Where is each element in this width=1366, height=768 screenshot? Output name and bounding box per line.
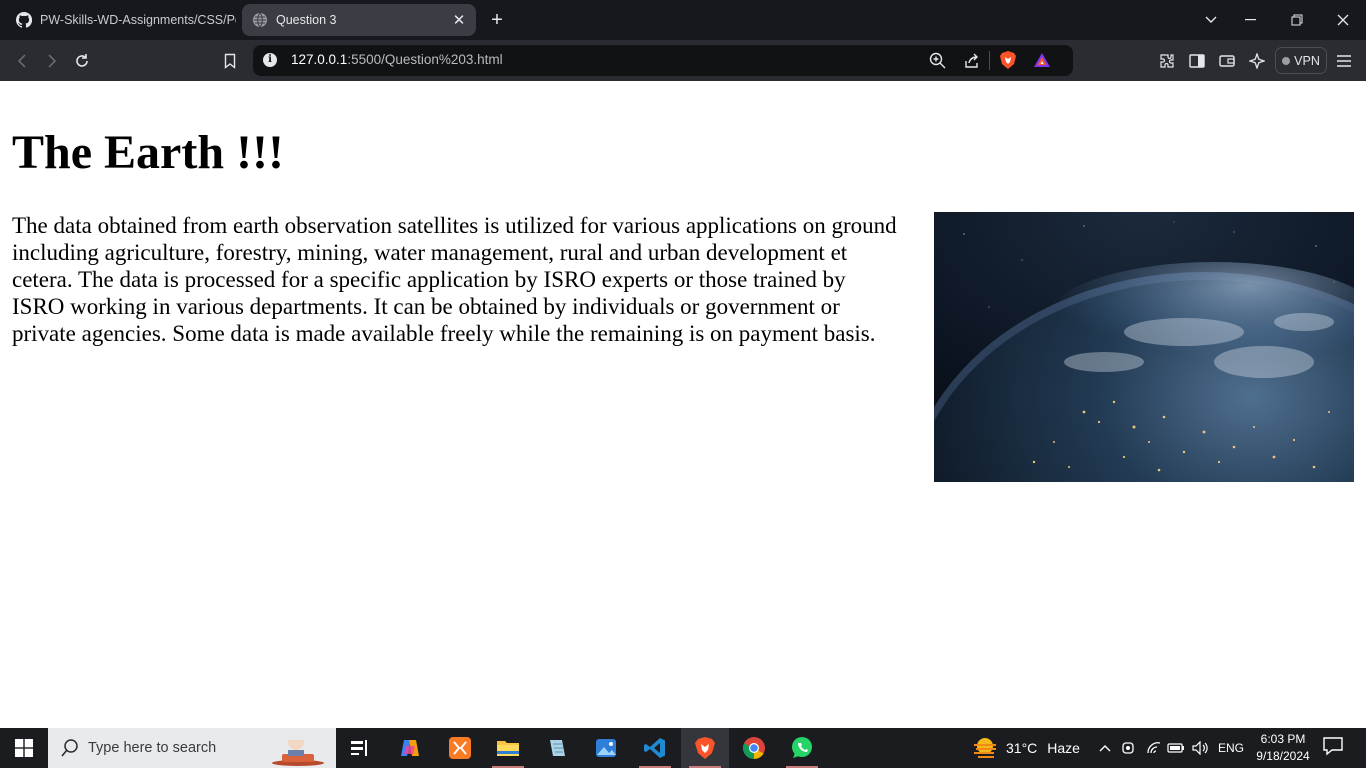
taskbar-search-box[interactable]: Type here to search	[48, 728, 336, 768]
notification-center-icon[interactable]	[1322, 736, 1346, 760]
brave-rewards-icon[interactable]	[1033, 52, 1051, 73]
notepad-button[interactable]	[533, 728, 581, 768]
show-hidden-icons-chevron-icon[interactable]	[1096, 728, 1114, 768]
menu-icon[interactable]	[1331, 48, 1357, 74]
earth-from-space-image	[934, 212, 1354, 482]
xampp-button[interactable]	[436, 728, 484, 768]
windows-taskbar: Type here to search 31°C Haze ENG 6:03 P…	[0, 728, 1366, 768]
vpn-label: VPN	[1294, 53, 1320, 68]
wallet-icon[interactable]	[1214, 48, 1240, 74]
volume-icon[interactable]	[1190, 728, 1212, 768]
weather-widget[interactable]: 31°C Haze	[972, 728, 1080, 768]
vscode-button[interactable]	[631, 728, 679, 768]
divider	[989, 51, 990, 70]
copilot-icon	[401, 740, 419, 756]
page-paragraph: The data obtained from earth observation…	[12, 213, 897, 346]
tab-title: PW-Skills-WD-Assignments/CSS/Po	[40, 13, 236, 27]
bookmark-icon[interactable]	[217, 48, 243, 74]
whatsapp-icon	[792, 737, 812, 758]
haze-sun-icon	[974, 738, 996, 758]
file-explorer-button[interactable]	[484, 728, 532, 768]
site-info-icon[interactable]: i	[263, 53, 277, 67]
weather-condition: Haze	[1047, 740, 1080, 756]
globe-icon	[252, 12, 268, 28]
zoom-icon[interactable]	[929, 52, 946, 74]
vscode-icon	[644, 738, 665, 758]
leo-ai-icon[interactable]	[1244, 48, 1270, 74]
address-bar[interactable]: i 127.0.0.1:5500/Question%203.html	[253, 45, 1073, 76]
windows-start-button[interactable]	[0, 728, 48, 768]
url-host: 127.0.0.1	[291, 52, 348, 67]
photos-icon	[596, 739, 616, 757]
share-icon[interactable]	[963, 52, 980, 74]
browser-tab-strip: PW-Skills-WD-Assignments/CSS/Po Question…	[0, 0, 1366, 40]
back-button[interactable]	[9, 48, 35, 74]
clock-time: 6:03 PM	[1260, 732, 1306, 746]
search-icon	[60, 738, 80, 763]
brave-browser-button[interactable]	[681, 728, 729, 768]
clock-date: 9/18/2024	[1256, 749, 1310, 763]
camera-tray-icon[interactable]	[1120, 728, 1138, 768]
weather-temperature: 31°C	[1006, 740, 1038, 756]
wifi-icon[interactable]	[1144, 728, 1164, 768]
whatsapp-button[interactable]	[778, 728, 826, 768]
github-icon	[16, 12, 32, 28]
copilot-button[interactable]	[386, 728, 434, 768]
chrome-button[interactable]	[730, 728, 778, 768]
chrome-icon	[743, 737, 765, 759]
tab-question-3[interactable]: Question 3 ✕	[242, 4, 476, 36]
url-text[interactable]: 127.0.0.1:5500/Question%203.html	[291, 52, 503, 67]
new-tab-button[interactable]: +	[486, 9, 508, 31]
folder-icon	[497, 741, 519, 756]
extensions-icon[interactable]	[1154, 48, 1180, 74]
vpn-button[interactable]: VPN	[1275, 47, 1327, 74]
tab-github[interactable]: PW-Skills-WD-Assignments/CSS/Po	[6, 4, 236, 36]
page-heading: The Earth !!!	[12, 126, 284, 179]
restore-button[interactable]	[1277, 0, 1317, 40]
search-placeholder: Type here to search	[88, 740, 217, 756]
brave-icon	[695, 737, 715, 759]
vpn-status-dot	[1282, 56, 1291, 65]
task-view-button[interactable]	[336, 728, 384, 768]
photos-button[interactable]	[582, 728, 630, 768]
task-view-icon	[351, 740, 367, 756]
system-clock[interactable]: 6:03 PM 9/18/2024	[1252, 731, 1314, 765]
windows-logo-icon	[15, 739, 33, 757]
forward-button[interactable]	[39, 48, 65, 74]
tab-title: Question 3	[276, 13, 337, 27]
brave-shields-icon[interactable]	[999, 50, 1017, 75]
notepad-icon	[550, 740, 565, 756]
sidebar-icon[interactable]	[1184, 48, 1210, 74]
search-highlight-illustration	[272, 734, 324, 766]
web-page: The Earth !!! The data obtained from ear…	[0, 81, 1366, 728]
close-tab-icon[interactable]: ✕	[448, 9, 470, 31]
xampp-icon	[449, 737, 471, 759]
input-language[interactable]: ENG	[1218, 741, 1244, 755]
url-path: :5500/Question%203.html	[347, 52, 503, 67]
tab-search-chevron-icon[interactable]	[1191, 0, 1231, 40]
minimize-button[interactable]	[1231, 0, 1271, 40]
close-window-button[interactable]	[1323, 0, 1363, 40]
battery-icon[interactable]	[1166, 728, 1186, 768]
reload-button[interactable]	[69, 48, 95, 74]
